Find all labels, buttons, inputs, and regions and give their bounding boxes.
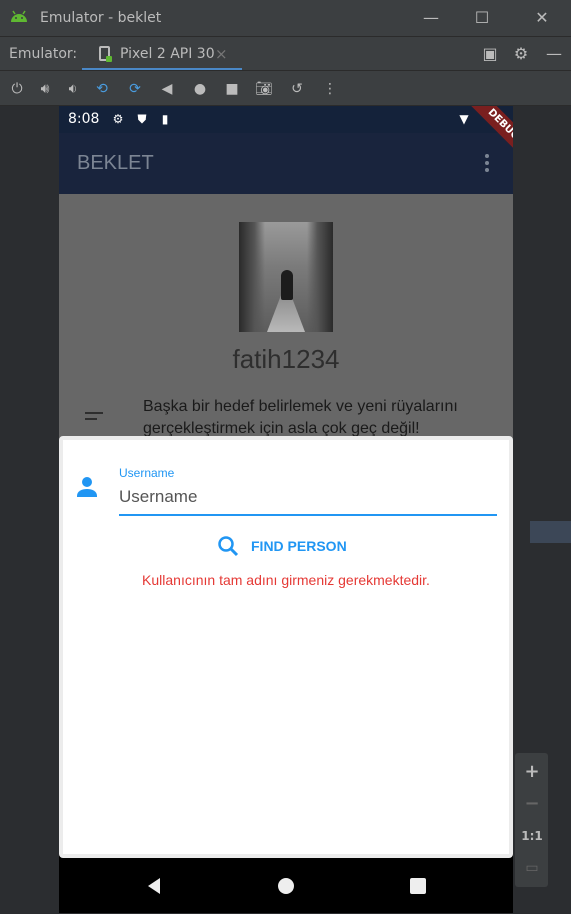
settings-status-icon: ⚙ [112,112,124,126]
window-title: Emulator - beklet [40,10,162,26]
tab-close-icon[interactable]: × [215,45,228,63]
nav-back-icon[interactable] [144,876,164,896]
overview-icon[interactable]: ■ [222,79,242,99]
android-nav-bar [59,858,513,913]
android-icon [11,10,27,22]
device-icon [99,46,112,62]
home-icon[interactable]: ● [190,79,210,99]
wifi-icon: ▼ [459,112,469,126]
tab-pixel-2[interactable]: Pixel 2 API 30 × [82,37,242,71]
power-icon[interactable]: ⏻ [7,79,27,99]
maximize-icon[interactable]: ☐ [470,6,494,30]
app-bar: BEKLET [59,133,513,194]
emulator-label: Emulator: [9,46,78,62]
close-window-icon[interactable]: ✕ [530,6,554,30]
rotate-left-icon[interactable]: ⟲ [92,79,112,99]
app-title: BEKLET [77,152,154,174]
error-message: Kullanıcının tam adını girmeniz gerekmek… [142,572,430,588]
device-tab-bar: Emulator: Pixel 2 API 30 × ▣ ⚙ — [0,36,571,71]
nav-home-icon[interactable] [276,876,296,896]
status-time: 8:08 [68,111,100,127]
username-field-label: Username [119,466,175,480]
notes-icon [85,412,103,422]
profile-quote: Başka bir hedef belirlemek ve yeni rüyal… [143,398,458,437]
snapshot-icon[interactable]: ↺ [287,79,307,99]
volume-down-icon[interactable]: 🔉︎ [63,79,83,99]
search-icon [218,536,239,557]
camera-icon[interactable]: 📷︎ [254,79,274,99]
shield-icon: ⛊ [137,112,147,126]
device-screen[interactable]: 8:08 ⚙ ⛊ ▮ ▼ ▮ BEKLET DEBUG fatih1234 Ba… [59,106,513,913]
back-icon[interactable]: ◀ [157,79,177,99]
emulator-window: Emulator - beklet — ☐ ✕ Emulator: Pixel … [0,0,571,914]
title-bar: Emulator - beklet — ☐ ✕ [0,0,571,36]
hide-panel-icon[interactable]: — [543,43,565,65]
rotate-right-icon[interactable]: ⟳ [125,79,145,99]
profile-section: fatih1234 Başka bir hedef belirlemek ve … [59,194,513,440]
find-person-label: FIND PERSON [251,538,347,554]
zoom-out-button[interactable]: − [521,793,543,815]
profile-photo [239,222,333,332]
status-bar: 8:08 ⚙ ⛊ ▮ ▼ ▮ [59,106,513,133]
emulator-toolbar: ⏻ 🔊︎ 🔉︎ ⟲ ⟳ ◀ ● ■ 📷︎ ↺ ⋮ [0,70,571,106]
username-input[interactable] [119,480,497,516]
minimize-icon[interactable]: — [419,6,443,30]
bottom-sheet: Username FIND PERSON Kullanıcının tam ad… [59,436,513,858]
nav-recents-icon[interactable] [408,876,428,896]
more-options-icon[interactable]: ⋮ [320,79,340,99]
gear-icon[interactable]: ⚙ [510,43,532,65]
tab-label: Pixel 2 API 30 [120,46,215,62]
actual-size-button[interactable]: 1:1 [521,825,543,847]
side-panel-strip [530,521,571,543]
profile-username: fatih1234 [232,344,340,374]
overflow-menu-icon[interactable] [477,152,497,176]
layout-icon[interactable]: ▣ [479,43,501,65]
fit-screen-icon[interactable]: ▭ [521,857,543,879]
find-person-button[interactable]: FIND PERSON [217,532,347,560]
person-icon [77,477,97,497]
zoom-in-button[interactable]: + [521,761,543,783]
zoom-controls: + − 1:1 ▭ [515,753,548,887]
volume-up-icon[interactable]: 🔊︎ [35,79,55,99]
sd-card-icon: ▮ [161,112,169,126]
